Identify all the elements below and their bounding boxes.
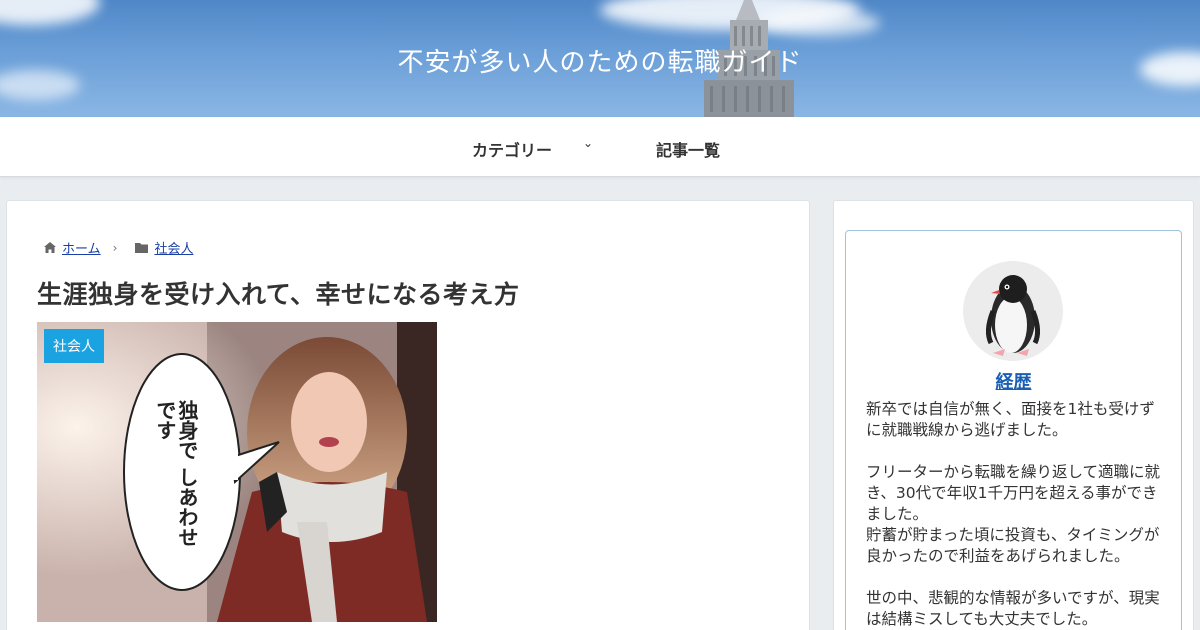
chevron-right-icon: › (112, 240, 118, 255)
nav-item-category[interactable]: カテゴリー (472, 137, 552, 161)
global-navigation: カテゴリー ⌄ 記事一覧 (0, 117, 1200, 177)
site-title[interactable]: 不安が多い人のための転職ガイド (0, 42, 1200, 79)
profile-name: 経歴 (846, 368, 1181, 394)
avatar (963, 261, 1063, 361)
home-icon (44, 242, 56, 253)
chevron-down-icon[interactable]: ⌄ (583, 136, 593, 150)
article-title: 生涯独身を受け入れて、幸せになる考え方 (37, 280, 520, 309)
nav-item-article-list[interactable]: 記事一覧 (656, 137, 720, 161)
profile-widget: 経歴 新卒では自信が無く、面接を1社も受けずに就職戦線から逃げました。 フリータ… (845, 230, 1182, 630)
profile-paragraph: 新卒では自信が無く、面接を1社も受けずに就職戦線から逃げました。 (866, 400, 1155, 439)
profile-paragraph: フリーターから転職を繰り返して適職に就き、30代で年収1千万円を超える事ができま… (866, 463, 1161, 565)
thumbnail-illustration (37, 322, 437, 622)
breadcrumb-home-link[interactable]: ホーム (62, 238, 101, 257)
folder-icon (135, 243, 149, 253)
article-thumbnail[interactable]: 社会人 独身で しあわせです (37, 322, 437, 622)
profile-name-link[interactable]: 経歴 (996, 372, 1032, 393)
profile-paragraph: 世の中、悲観的な情報が多いですが、現実は結構ミスしても大丈夫でした。 (866, 589, 1160, 628)
breadcrumb-category-link[interactable]: 社会人 (154, 238, 193, 257)
main-content: ホーム › 社会人 生涯独身を受け入れて、幸せになる考え方 社会人 独身で しあ… (6, 200, 810, 630)
sidebar: 経歴 新卒では自信が無く、面接を1社も受けずに就職戦線から逃げました。 フリータ… (833, 200, 1194, 630)
site-header: 不安が多い人のための転職ガイド (0, 0, 1200, 117)
profile-description: 新卒では自信が無く、面接を1社も受けずに就職戦線から逃げました。 フリーターから… (866, 399, 1166, 630)
penguin-icon (985, 275, 1041, 356)
category-label[interactable]: 社会人 (44, 329, 104, 363)
breadcrumb: ホーム › 社会人 (44, 238, 193, 257)
speech-bubble-text: 独身で しあわせです (153, 400, 199, 547)
cloud-decoration (0, 0, 100, 25)
